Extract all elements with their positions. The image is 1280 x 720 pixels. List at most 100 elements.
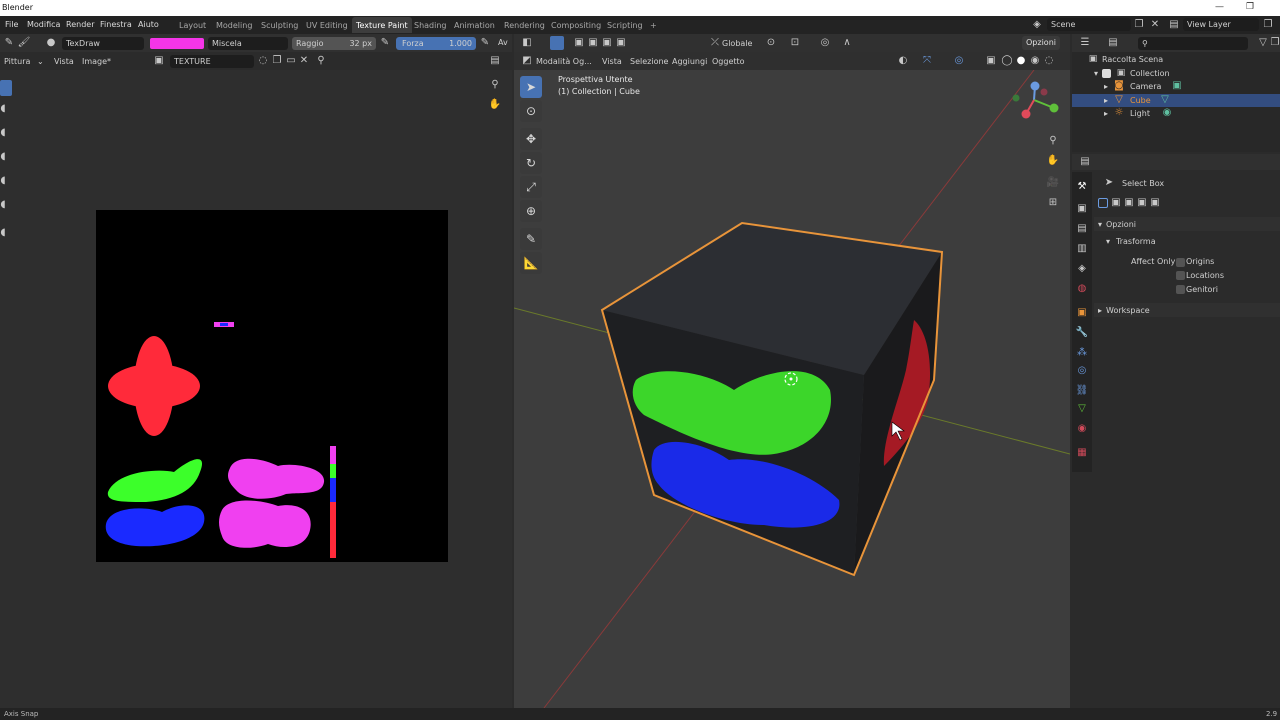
annotate-tool-icon[interactable]: ◖	[0, 226, 10, 240]
brush-name-field[interactable]: TexDraw	[62, 37, 144, 50]
camera-view-icon[interactable]: 🎥	[1046, 176, 1060, 190]
menu-file[interactable]: File	[5, 20, 18, 29]
outliner-item-camera[interactable]: ▸ ◙ Camera ▣	[1072, 80, 1280, 93]
modifier-tab-icon[interactable]: 🔧	[1075, 326, 1089, 340]
zoom-icon[interactable]: ⚲	[488, 78, 502, 92]
delete-scene-icon[interactable]: ✕	[1148, 18, 1162, 32]
measure-tool-icon[interactable]: 📐	[520, 252, 542, 274]
open-image-icon[interactable]: ▭	[284, 54, 298, 68]
new-collection-icon[interactable]: ❐	[1268, 36, 1280, 50]
gizmo-z-axis[interactable]	[1030, 81, 1040, 91]
tab-compositing[interactable]: Compositing	[547, 17, 605, 33]
menu-edit[interactable]: Modifica	[27, 20, 60, 29]
blend-mode-select[interactable]: Miscela	[208, 37, 288, 50]
outliner-search[interactable]: ⚲	[1138, 37, 1248, 50]
tab-uv-editing[interactable]: UV Editing	[302, 17, 352, 33]
mode-intersect-icon[interactable]: ▣	[1148, 196, 1162, 210]
tab-scripting[interactable]: Scripting	[603, 17, 647, 33]
duplicate-image-icon[interactable]: ❐	[270, 54, 284, 68]
expand-arrow-icon[interactable]: ▸	[1104, 82, 1108, 91]
new-scene-icon[interactable]: ❐	[1132, 18, 1146, 32]
output-tab-icon[interactable]: ▤	[1075, 222, 1089, 236]
paint-brush-icon[interactable]: 🖌	[17, 36, 31, 50]
expand-arrow-icon[interactable]: ▸	[1104, 96, 1108, 105]
menu-select[interactable]: Selezione	[630, 57, 668, 66]
image-name-field[interactable]: TEXTURE	[170, 55, 254, 68]
gizmo-icon[interactable]: ⤧	[920, 54, 934, 68]
select-box-icon[interactable]	[550, 36, 564, 50]
minimize-button[interactable]: —	[1215, 2, 1224, 12]
brush-color-swatch[interactable]	[150, 38, 204, 49]
cube-object[interactable]	[600, 221, 944, 577]
properties-editor-icon[interactable]: ▤	[1078, 155, 1092, 169]
outliner-root-row[interactable]: ▣ Raccolta Scena	[1072, 53, 1280, 66]
select-mode-subtract-icon[interactable]: ▣	[600, 36, 614, 50]
strength-pressure-icon[interactable]: ✎	[478, 36, 492, 50]
tab-texture-paint[interactable]: Texture Paint	[352, 17, 412, 33]
constraints-tab-icon[interactable]: ⛓	[1075, 384, 1089, 398]
xray-icon[interactable]: ▣	[984, 54, 998, 68]
object-tab-icon[interactable]: ▣	[1075, 306, 1089, 320]
radius-pressure-icon[interactable]: ✎	[378, 36, 392, 50]
tab-animation[interactable]: Animation	[450, 17, 499, 33]
locations-checkbox[interactable]	[1176, 271, 1185, 280]
overlays-icon[interactable]: ◎	[952, 54, 966, 68]
pin-icon[interactable]: ⚲	[314, 54, 328, 68]
zoom-view-icon[interactable]: ⚲	[1046, 134, 1060, 148]
soften-tool-icon[interactable]: ◖	[0, 102, 10, 116]
add-workspace-button[interactable]: +	[646, 17, 661, 33]
origins-checkbox[interactable]	[1176, 258, 1185, 267]
brush-browse-icon[interactable]: ●	[44, 36, 58, 50]
scale-tool-icon[interactable]: ⤢	[520, 176, 542, 198]
parents-checkbox[interactable]	[1176, 285, 1185, 294]
world-tab-icon[interactable]: ◍	[1075, 282, 1089, 296]
new-view-layer-icon[interactable]: ❐	[1261, 18, 1275, 32]
material-tab-icon[interactable]: ◉	[1075, 422, 1089, 436]
outliner-item-light[interactable]: ▸ ☼ Light ◉	[1072, 107, 1280, 120]
mask-tool-icon[interactable]: ◖	[0, 198, 10, 212]
proportional-edit-icon[interactable]: ◎	[818, 36, 832, 50]
texture-image[interactable]	[96, 210, 448, 562]
tab-rendering[interactable]: Rendering	[500, 17, 549, 33]
gizmo-neg-x-axis[interactable]	[1040, 88, 1048, 96]
scene-tab-icon[interactable]: ◈	[1075, 262, 1089, 276]
outliner-editor-icon[interactable]: ☰	[1078, 36, 1092, 50]
options-panel-header[interactable]: ▾ Opzioni	[1094, 217, 1280, 231]
select-tool-icon[interactable]: ➤	[520, 76, 542, 98]
gizmo-y-axis[interactable]	[1049, 103, 1059, 113]
gizmo-neg-y-axis[interactable]	[1012, 94, 1020, 102]
shading-wireframe-icon[interactable]: ◯	[1000, 54, 1014, 68]
gizmo-x-axis[interactable]	[1021, 109, 1031, 119]
move-tool-icon[interactable]: ✥	[520, 128, 542, 150]
restore-button[interactable]: ❐	[1246, 2, 1254, 12]
pan-hand-icon[interactable]: ✋	[488, 98, 502, 112]
snap-icon[interactable]: ⊡	[788, 36, 802, 50]
mode-difference-icon[interactable]: ▣	[1135, 196, 1149, 210]
display-mode-icon[interactable]: ▤	[1106, 36, 1120, 50]
menu-object[interactable]: Oggetto	[712, 57, 745, 66]
image-browse-icon[interactable]: ▣	[152, 54, 166, 68]
menu-window[interactable]: Finestra	[100, 20, 132, 29]
options-button[interactable]: Opzioni	[1022, 36, 1060, 50]
render-tab-icon[interactable]: ▣	[1075, 202, 1089, 216]
menu-render[interactable]: Render	[66, 20, 94, 29]
navigation-gizmo[interactable]	[1012, 81, 1059, 119]
expand-arrow-icon[interactable]: ▸	[1104, 109, 1108, 118]
draw-tool-icon[interactable]	[0, 80, 12, 96]
physics-tab-icon[interactable]: ◎	[1075, 364, 1089, 378]
annotate-tool-icon[interactable]: ✎	[520, 228, 542, 250]
collection-checkbox[interactable]	[1102, 69, 1111, 78]
radius-field[interactable]: Raggio 32 px	[292, 37, 376, 50]
visibility-icon[interactable]: ◐	[896, 54, 910, 68]
menu-image[interactable]: Image*	[82, 57, 111, 66]
tab-layout[interactable]: Layout	[175, 17, 210, 33]
editor-type-icon[interactable]: ◧	[520, 36, 534, 50]
tab-shading[interactable]: Shading	[410, 17, 451, 33]
outliner-item-cube[interactable]: ▸ ▽ Cube ▽	[1072, 94, 1280, 107]
pivot-icon[interactable]: ⊙	[764, 36, 778, 50]
particles-tab-icon[interactable]: ⁂	[1075, 346, 1089, 360]
tab-sculpting[interactable]: Sculpting	[257, 17, 302, 33]
shading-rendered-icon[interactable]: ◌	[1042, 54, 1056, 68]
workspace-panel-header[interactable]: ▸ Workspace	[1094, 303, 1280, 317]
fake-user-icon[interactable]: ◌	[256, 54, 270, 68]
